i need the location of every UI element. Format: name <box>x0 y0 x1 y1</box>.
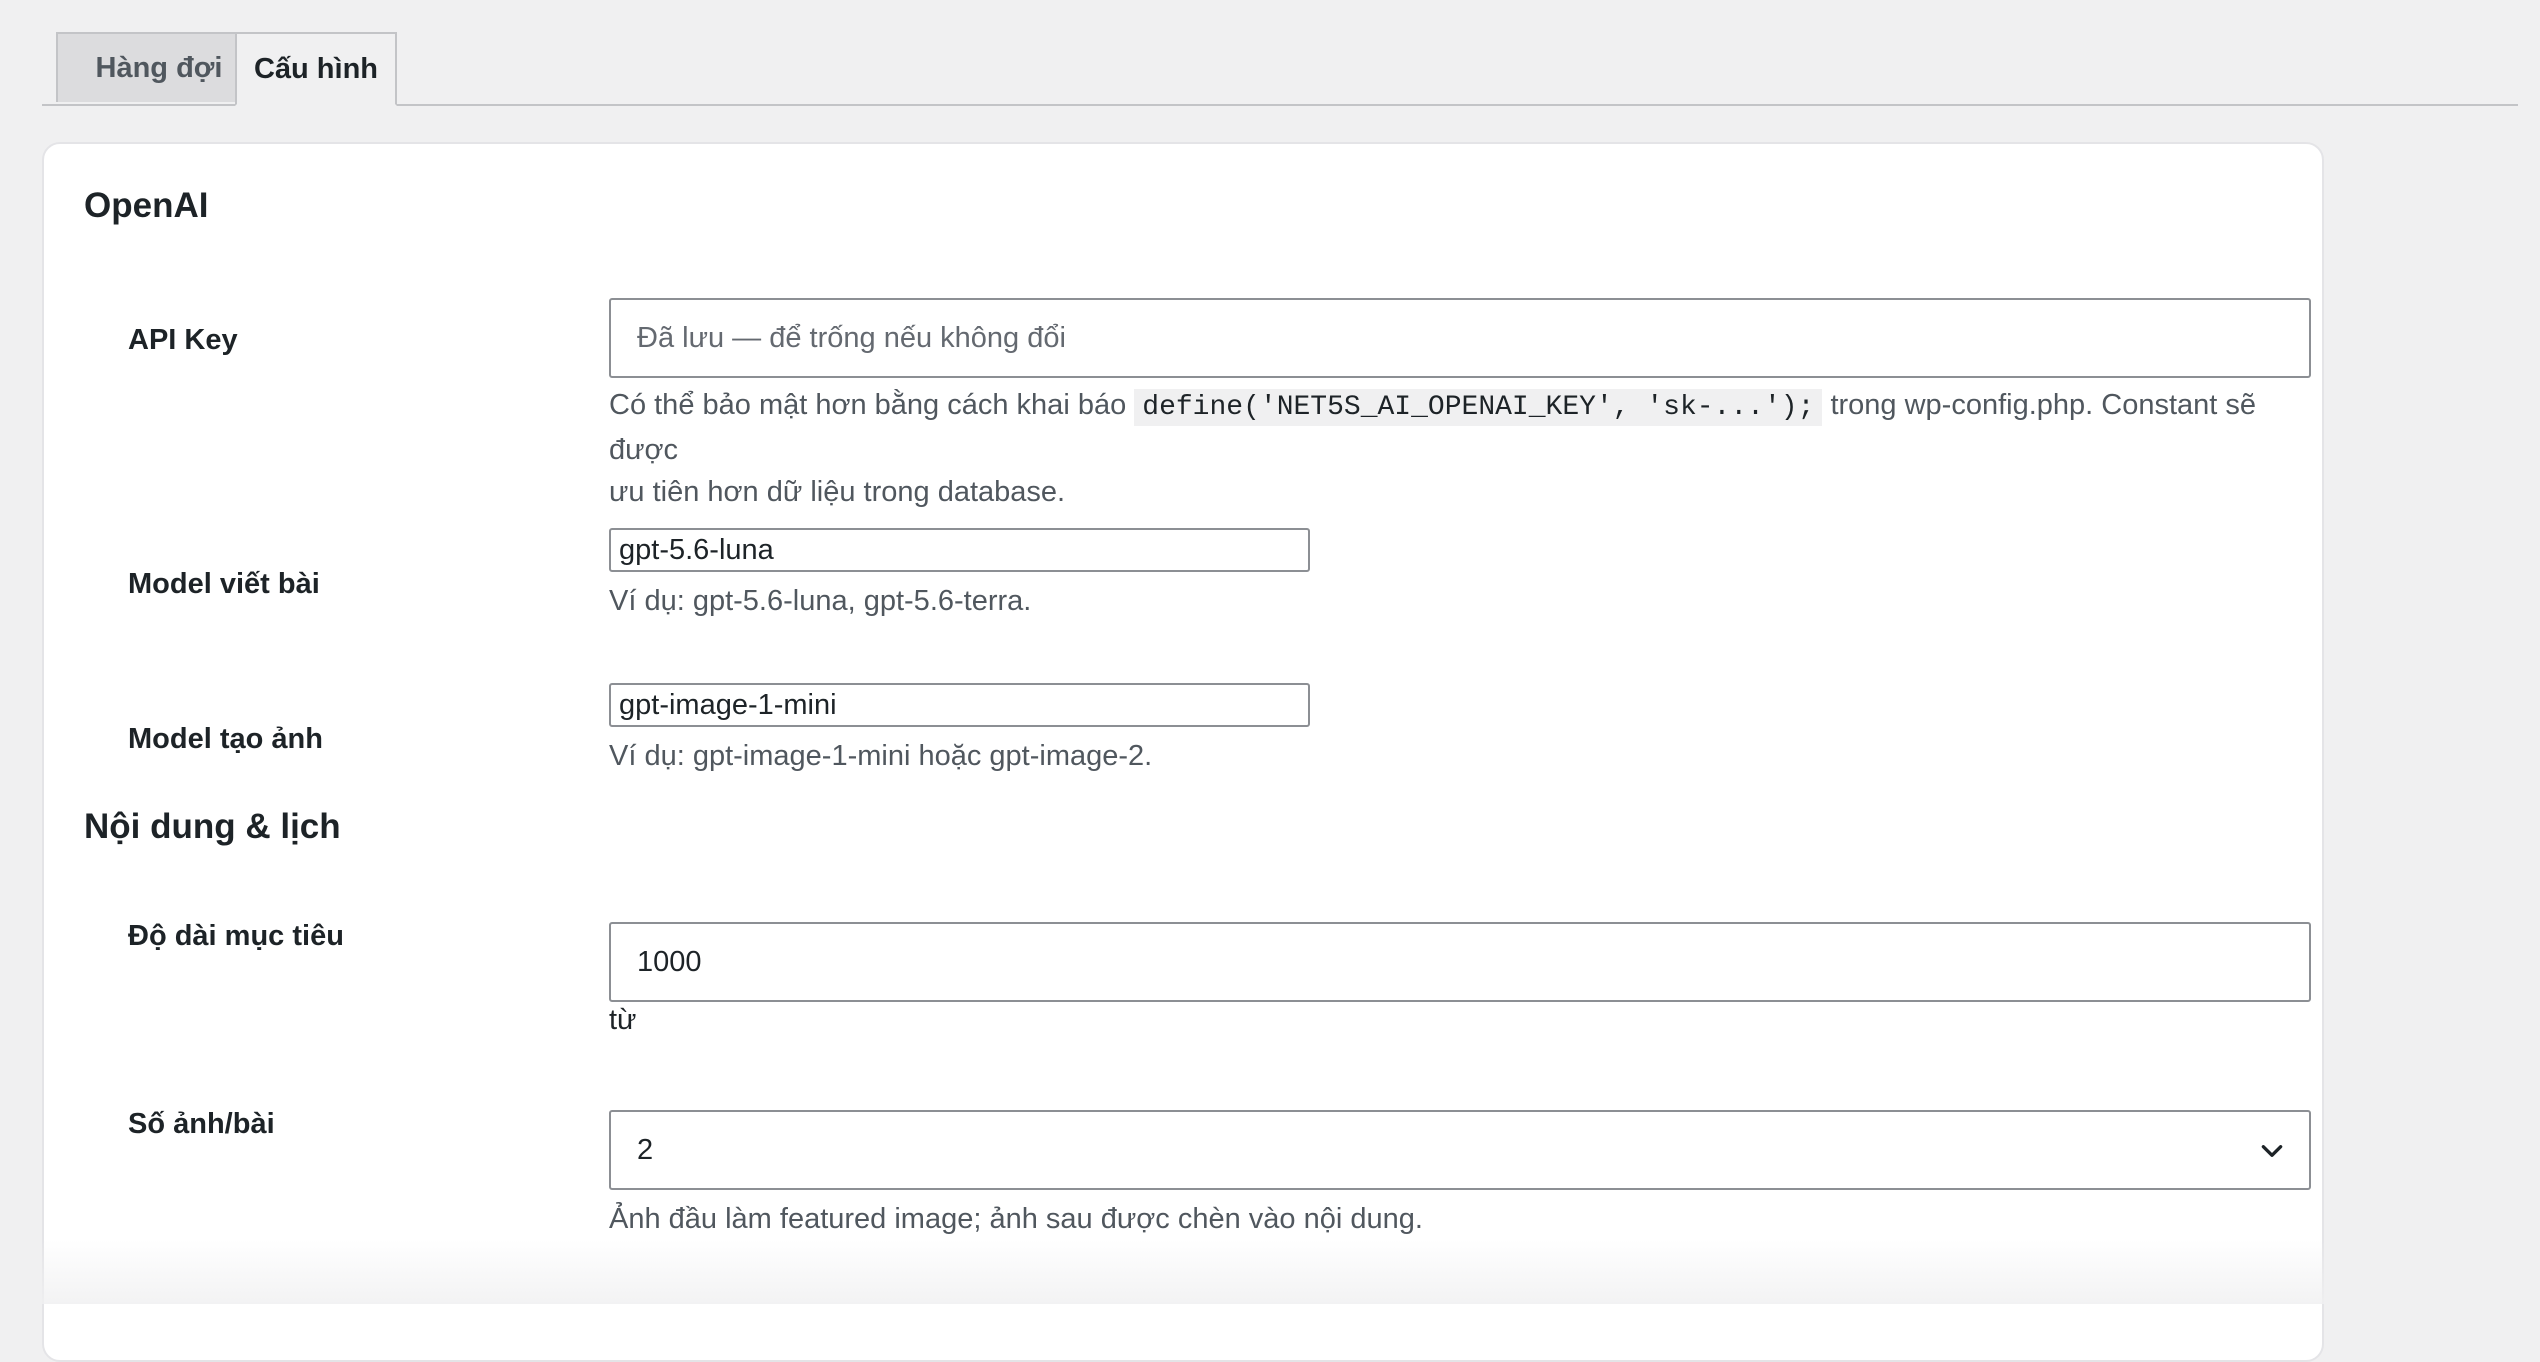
tab-queue[interactable]: Hàng đợi <box>56 32 262 102</box>
api-key-label: API Key <box>128 324 238 356</box>
api-key-input[interactable] <box>609 298 2311 378</box>
images-per-post-value: 2 <box>637 1134 654 1166</box>
api-key-description: Có thể bảo mật hơn bằng cách khai báo de… <box>609 384 2329 513</box>
content-section-title: Nội dung & lịch <box>84 807 341 846</box>
chevron-down-icon <box>2261 1145 2283 1157</box>
tab-config[interactable]: Cấu hình <box>235 32 397 106</box>
tab-bar: Hàng đợi Cấu hình <box>42 32 2518 106</box>
images-per-post-description: Ảnh đầu làm featured image; ảnh sau được… <box>609 1203 1423 1235</box>
target-length-label: Độ dài mục tiêu <box>128 920 344 952</box>
images-per-post-select[interactable]: 2 <box>609 1110 2311 1190</box>
api-key-desc-code: define('NET5S_AI_OPENAI_KEY', 'sk-...'); <box>1134 389 1823 426</box>
api-key-desc-line2: ưu tiên hơn dữ liệu trong database. <box>609 476 1066 508</box>
tab-queue-label: Hàng đợi <box>95 51 223 84</box>
model-write-description: Ví dụ: gpt-5.6-luna, gpt-5.6-terra. <box>609 585 1032 617</box>
model-image-input[interactable] <box>609 683 1310 727</box>
api-key-desc-before: Có thể bảo mật hơn bằng cách khai báo <box>609 389 1127 421</box>
images-per-post-label: Số ảnh/bài <box>128 1108 275 1140</box>
model-write-input[interactable] <box>609 528 1310 572</box>
target-length-unit: từ <box>609 1004 637 1036</box>
openai-section-title: OpenAI <box>84 186 209 225</box>
model-image-label: Model tạo ảnh <box>128 723 323 755</box>
target-length-input[interactable] <box>609 922 2311 1002</box>
model-image-description: Ví dụ: gpt-image-1-mini hoặc gpt-image-2… <box>609 740 1153 772</box>
tab-config-label: Cấu hình <box>253 52 379 85</box>
model-write-label: Model viết bài <box>128 568 320 600</box>
settings-card: OpenAI API Key Có thể bảo mật hơn bằng c… <box>42 142 2324 1362</box>
